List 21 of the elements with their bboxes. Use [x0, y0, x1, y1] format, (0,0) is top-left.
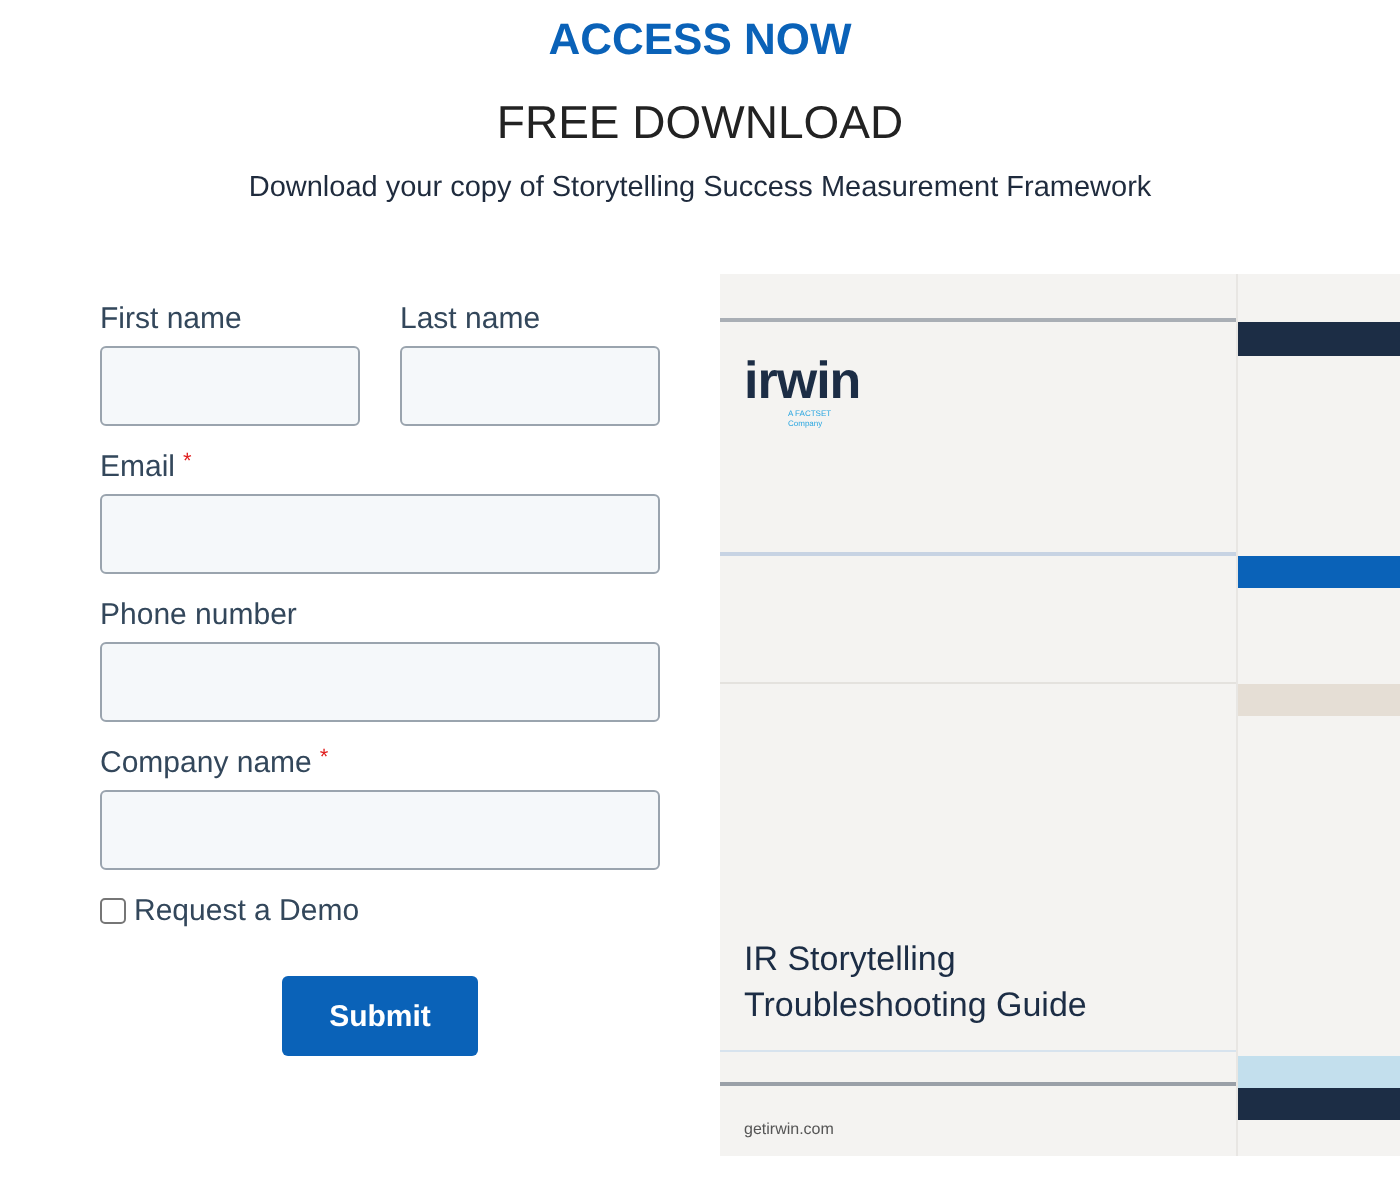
title: FREE DOWNLOAD — [494, 94, 906, 150]
logo: irwin — [744, 354, 861, 406]
checkbox[interactable] — [100, 898, 126, 924]
input-field[interactable] — [100, 494, 660, 574]
input-field[interactable] — [100, 790, 660, 870]
field-label: Last name — [400, 302, 541, 338]
required-mark: * — [319, 746, 329, 770]
field-label: First name — [100, 302, 242, 338]
field-label: Phone number — [100, 598, 297, 634]
cover-title: IR Storytelling Troubleshooting Guide — [744, 938, 1087, 1028]
input-field[interactable] — [400, 346, 660, 426]
checkbox-label: Request a Demo — [134, 894, 360, 928]
field-label: Email — [100, 450, 176, 486]
field-label: Company name — [100, 746, 312, 782]
input-field[interactable] — [100, 642, 660, 722]
heading: ACCESS NOW — [548, 14, 852, 66]
submit-button[interactable]: Submit — [282, 976, 478, 1056]
input-field[interactable] — [100, 346, 360, 426]
required-mark: * — [183, 450, 192, 474]
cover-footer: getirwin.com — [744, 1120, 834, 1138]
subtitle: Download your copy of Storytelling Success Measurement Framework — [248, 170, 1152, 206]
